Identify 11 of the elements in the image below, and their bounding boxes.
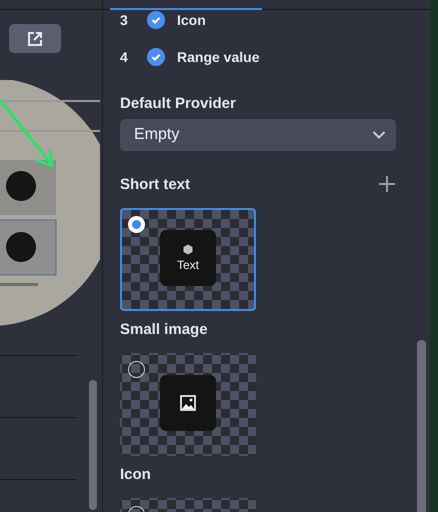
section-title: Small image <box>120 321 208 338</box>
section-title: Short text <box>120 176 190 192</box>
field-number: 4 <box>120 48 129 64</box>
field-number: 3 <box>120 12 129 28</box>
preview-card[interactable]: Text <box>120 208 256 311</box>
section-title: Default Provider <box>120 95 237 112</box>
provider-dropdown[interactable]: Empty <box>120 119 396 151</box>
field-label: Icon <box>177 12 206 28</box>
section-title: Icon <box>120 466 151 483</box>
field-label: Range value <box>177 48 260 64</box>
preview-text: Text <box>176 258 199 272</box>
